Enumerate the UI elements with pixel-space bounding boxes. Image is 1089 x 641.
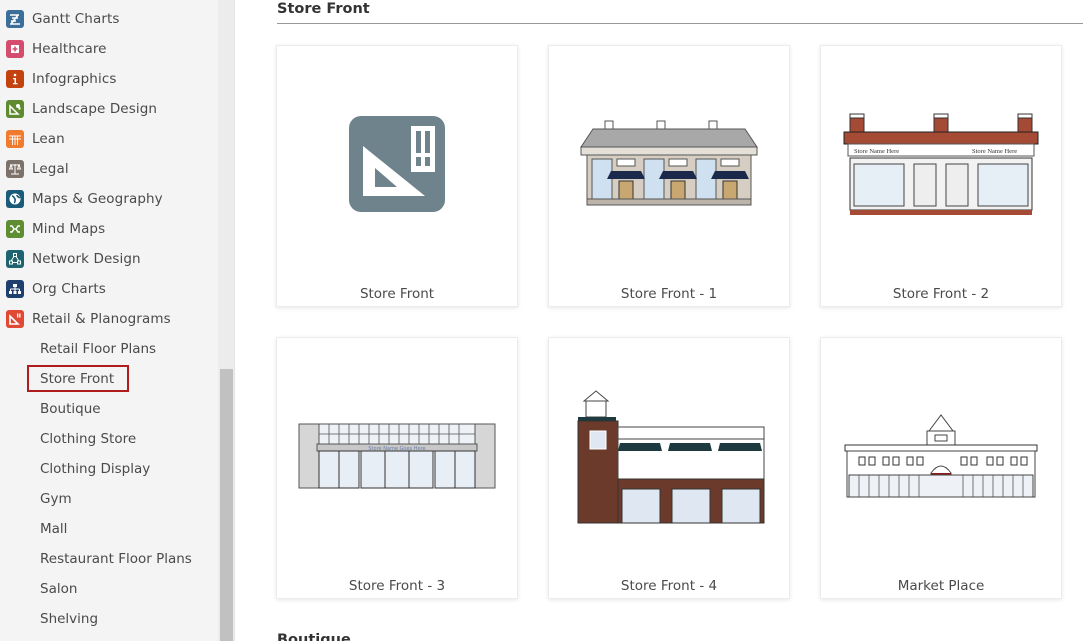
template-card-label: Market Place bbox=[897, 578, 985, 594]
sidebar-subitem-retail-floor-plans[interactable]: Retail Floor Plans bbox=[40, 334, 156, 364]
sidebar-subitem-clothing-display[interactable]: Clothing Display bbox=[40, 454, 150, 484]
sidebar-item-infographics[interactable]: Infographics bbox=[0, 64, 218, 94]
scales-icon bbox=[6, 160, 24, 178]
sidebar-scrollbar-thumb[interactable] bbox=[220, 369, 233, 641]
template-card-market-place[interactable]: Market Place bbox=[820, 337, 1062, 599]
sidebar-item-label: Gantt Charts bbox=[32, 11, 120, 27]
sidebar-item-retail-planograms[interactable]: Retail & Planograms bbox=[0, 304, 218, 334]
template-card-label: Store Front - 2 bbox=[892, 286, 990, 302]
healthcare-cross-icon bbox=[6, 40, 24, 58]
sidebar-item-maps-geography[interactable]: Maps & Geography bbox=[0, 184, 218, 214]
brick-storefront-thumbnail: Store Name Here Store Name Here bbox=[821, 46, 1061, 282]
sidebar-item-gantt-charts[interactable]: Gantt Charts bbox=[0, 4, 218, 34]
sidebar-item-landscape-design[interactable]: Landscape Design bbox=[0, 94, 218, 124]
section-title: Store Front bbox=[277, 1, 370, 17]
sidebar-subitem-shelving[interactable]: Shelving bbox=[40, 604, 98, 634]
template-card-store-front[interactable]: Store Front bbox=[276, 45, 518, 307]
sidebar-item-label: Healthcare bbox=[32, 41, 107, 57]
tower-storefront-thumbnail bbox=[549, 338, 789, 574]
sidebar-item-label: Landscape Design bbox=[32, 101, 158, 117]
sidebar-subitem-store-front[interactable]: Store Front bbox=[40, 364, 114, 394]
org-chart-icon bbox=[6, 280, 24, 298]
sidebar-subitem-boutique[interactable]: Boutique bbox=[40, 394, 101, 424]
sidebar-item-label: Retail & Planograms bbox=[32, 311, 171, 327]
sidebar-item-legal[interactable]: Legal bbox=[0, 154, 218, 184]
sidebar-subitem-restaurant-floor-plans[interactable]: Restaurant Floor Plans bbox=[40, 544, 192, 574]
next-section-title: Boutique bbox=[277, 632, 351, 641]
template-card-label: Store Front - 3 bbox=[348, 578, 446, 594]
sidebar-subitem-gym[interactable]: Gym bbox=[40, 484, 72, 514]
sidebar-scrollbar[interactable] bbox=[218, 0, 235, 641]
sidebar-item-label: Network Design bbox=[32, 251, 141, 267]
sidebar-item-label: Maps & Geography bbox=[32, 191, 163, 207]
sidebar-item-label: Mind Maps bbox=[32, 221, 106, 237]
template-card-store-front-4[interactable]: Store Front - 4 bbox=[548, 337, 790, 599]
globe-icon bbox=[6, 190, 24, 208]
retail-icon bbox=[6, 310, 24, 328]
sign-text: Store Name Here bbox=[854, 148, 899, 155]
sidebar-item-label: Legal bbox=[32, 161, 69, 177]
sidebar-item-label: Lean bbox=[32, 131, 65, 147]
sidebar-item-label: Org Charts bbox=[32, 281, 106, 297]
template-gallery: Store Front Store Front Store Front - 1 … bbox=[235, 0, 1089, 641]
network-icon bbox=[6, 250, 24, 268]
awning-storefront-thumbnail bbox=[549, 46, 789, 282]
sidebar-item-mind-maps[interactable]: Mind Maps bbox=[0, 214, 218, 244]
info-icon bbox=[6, 70, 24, 88]
mind-map-icon bbox=[6, 220, 24, 238]
template-card-label: Store Front - 4 bbox=[620, 578, 718, 594]
section-divider bbox=[277, 23, 1083, 24]
landscape-icon bbox=[6, 100, 24, 118]
template-card-label: Store Front - 1 bbox=[620, 286, 718, 302]
template-card-store-front-2[interactable]: Store Name Here Store Name Here Store Fr… bbox=[820, 45, 1062, 307]
gantt-icon bbox=[6, 10, 24, 28]
sidebar-subitem-clothing-store[interactable]: Clothing Store bbox=[40, 424, 136, 454]
sidebar-item-org-charts[interactable]: Org Charts bbox=[0, 274, 218, 304]
sidebar-item-label: Infographics bbox=[32, 71, 117, 87]
sidebar: Gantt Charts Healthcare Infographics Lan… bbox=[0, 0, 218, 641]
blank-retail-template-icon bbox=[277, 46, 517, 282]
sidebar-item-network-design[interactable]: Network Design bbox=[0, 244, 218, 274]
modern-storefront-thumbnail: Store Name Goes Here bbox=[277, 338, 517, 574]
sidebar-item-healthcare[interactable]: Healthcare bbox=[0, 34, 218, 64]
market-place-thumbnail bbox=[821, 338, 1061, 574]
sidebar-item-lean[interactable]: Lean bbox=[0, 124, 218, 154]
sidebar-subitem-mall[interactable]: Mall bbox=[40, 514, 67, 544]
sidebar-subitem-salon[interactable]: Salon bbox=[40, 574, 77, 604]
template-card-label: Store Front bbox=[359, 286, 435, 302]
lean-grid-icon bbox=[6, 130, 24, 148]
template-card-store-front-3[interactable]: Store Name Goes Here Store Front - 3 bbox=[276, 337, 518, 599]
sign-text: Store Name Here bbox=[972, 148, 1017, 155]
template-card-store-front-1[interactable]: Store Front - 1 bbox=[548, 45, 790, 307]
